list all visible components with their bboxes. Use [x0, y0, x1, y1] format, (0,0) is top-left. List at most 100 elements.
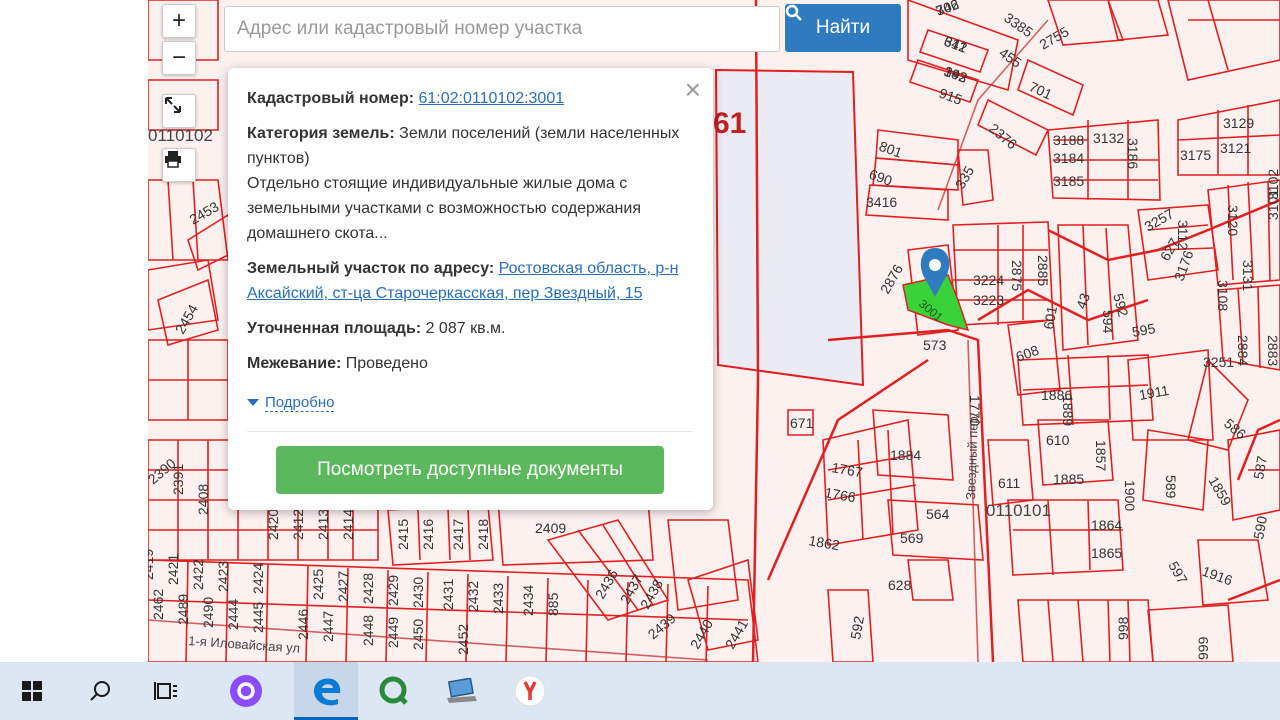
- parcel-number-label: 2425: [310, 569, 326, 600]
- region-label: 61: [713, 107, 746, 140]
- laptop-app-button[interactable]: [430, 662, 494, 720]
- parcel-number-label: 2423: [215, 561, 231, 592]
- parcel-number-label: 2444: [225, 599, 241, 630]
- parcel-number-label: 2885: [1035, 255, 1051, 286]
- start-button[interactable]: [0, 662, 64, 720]
- close-icon[interactable]: ×: [685, 76, 701, 104]
- parcel-number-label: 999: [1195, 636, 1211, 660]
- print-button[interactable]: [162, 148, 196, 182]
- parcel-number-label: 3112: [1175, 220, 1191, 250]
- parcel-number-label: 573: [923, 337, 947, 353]
- parcel-number-label: 3129: [1223, 115, 1254, 131]
- qiwi-icon: [379, 676, 408, 705]
- parcel-number-label: 915: [937, 85, 965, 108]
- parcel-number-label: 2391: [170, 464, 186, 495]
- parcel-number-label: 2446: [295, 609, 311, 640]
- parcel-number-label: 3132: [1093, 130, 1124, 146]
- parcel-number-label: 589: [1163, 475, 1179, 499]
- divider: [247, 431, 693, 432]
- parcel-number-label: 3186: [1125, 138, 1141, 169]
- parcel-number-label: 671: [790, 415, 814, 431]
- find-button-label: Найти: [815, 17, 871, 38]
- zoom-in-button[interactable]: +: [162, 4, 196, 38]
- zoom-out-button[interactable]: −: [162, 41, 196, 75]
- parcel-number-label: 342: [934, 0, 962, 19]
- parcel-number-label: 335: [952, 163, 978, 191]
- parcel-number-label: 2490: [200, 597, 216, 628]
- parcel-number-label: 801: [877, 138, 905, 161]
- parcel-number-label: 597: [1165, 559, 1191, 587]
- parcel-number-label: 586: [1221, 415, 1249, 442]
- parcel-number-label: 2441: [722, 616, 752, 651]
- parcel-number-label: 595: [1131, 320, 1157, 340]
- cadastral-number-label: Кадастровый номер:: [247, 90, 415, 107]
- edge-button[interactable]: [294, 662, 358, 720]
- more-details-link[interactable]: Подробно: [265, 394, 335, 412]
- parcel-number-label: 3108: [1215, 280, 1231, 311]
- view-documents-button[interactable]: Посмотреть доступные документы: [276, 446, 664, 494]
- cadastral-number-link[interactable]: 61:02:0110102:3001: [419, 90, 565, 107]
- parcel-info-popup: × Кадастровый номер: 61:02:0110102:3001 …: [228, 68, 713, 510]
- parcel-number-label: 2408: [195, 484, 211, 515]
- task-view-button[interactable]: [134, 662, 198, 720]
- chevron-down-icon: [247, 399, 259, 407]
- parcel-number-label: 3120: [1225, 205, 1241, 236]
- parcel-number-label: 2409: [535, 520, 566, 536]
- parcel-number-label: 3184: [1053, 150, 1084, 166]
- parcel-number-label: 2419: [148, 549, 156, 580]
- parcel-number-label: 3185: [1053, 173, 1084, 189]
- yandex-browser-button[interactable]: [498, 662, 562, 720]
- parcel-number-label: 2439: [645, 610, 679, 642]
- parcel-number-label: 3175: [1180, 147, 1211, 163]
- parcel-number-label: 2450: [410, 619, 426, 650]
- parcel-number-label: 564: [926, 506, 950, 522]
- parcel-number-label: 2376: [986, 120, 1020, 152]
- parcel-number-label: 885: [545, 592, 561, 616]
- find-button[interactable]: Найти: [785, 4, 901, 52]
- parcel-number-label: 3416: [866, 194, 897, 210]
- parcel-number-label: 3102: [1265, 169, 1280, 200]
- parcel-number-label: 455: [996, 44, 1024, 71]
- parcel-number-label: 2427: [335, 571, 351, 602]
- parcel-number-label: 590: [1250, 515, 1270, 541]
- parcel-number-label: 3251: [1203, 354, 1234, 370]
- parcel-number-label: 2462: [150, 589, 166, 620]
- parcel-number-label: 2440: [687, 616, 717, 651]
- parcel-number-label: 594: [1100, 310, 1116, 334]
- parcel-number-label: 610: [1046, 432, 1070, 448]
- alice-button[interactable]: [214, 662, 278, 720]
- zoom-out-icon: −: [171, 44, 186, 71]
- parcel-number-label: 3121: [1220, 140, 1251, 156]
- parcel-number-label: 43: [1073, 291, 1093, 311]
- parcel-number-label: 2433: [490, 583, 506, 614]
- parcel-number-label: 2417: [450, 519, 466, 550]
- parcel-number-label: 2876: [877, 261, 907, 296]
- parcel-number-label: 569: [900, 530, 924, 546]
- parcel-number-label: 2420: [265, 509, 281, 540]
- parcel-number-label: 1865: [1091, 545, 1122, 561]
- taskbar-search-button[interactable]: [68, 662, 132, 720]
- land-category-label: Категория земель:: [247, 125, 395, 142]
- parcel-number-label: 1864: [1091, 517, 1122, 533]
- survey-value: Проведено: [345, 355, 428, 372]
- parcel-number-label: 1900: [1122, 480, 1138, 511]
- search-input[interactable]: [224, 6, 780, 52]
- parcel-number-label: 611: [998, 475, 1021, 491]
- parcel-number-label: 2430: [410, 577, 426, 608]
- parcel-number-label: 1857: [1093, 440, 1109, 471]
- search-icon: [785, 4, 802, 21]
- task-view-icon: [154, 682, 177, 700]
- parcel-number-label: 1766: [823, 484, 857, 505]
- parcel-number-label: 2414: [340, 509, 356, 540]
- parcel-number-label: 2418: [475, 519, 491, 550]
- parcel-number-label: 2421: [165, 554, 181, 585]
- parcel-number-label: 2422: [190, 559, 206, 590]
- cadastral-map[interactable]: 706 341 343 915 701 2376 3188 3132 3186 3129 3175 3…: [148, 0, 1280, 662]
- fullscreen-button[interactable]: [162, 94, 196, 128]
- qiwi-button[interactable]: [362, 662, 426, 720]
- parcel-number-label: 2436: [592, 566, 622, 601]
- parcel-number-label: 2434: [520, 585, 536, 616]
- edge-icon: [314, 678, 341, 706]
- parcel-number-label: 608: [1014, 342, 1042, 365]
- parcel-number-label: 2413: [315, 509, 331, 540]
